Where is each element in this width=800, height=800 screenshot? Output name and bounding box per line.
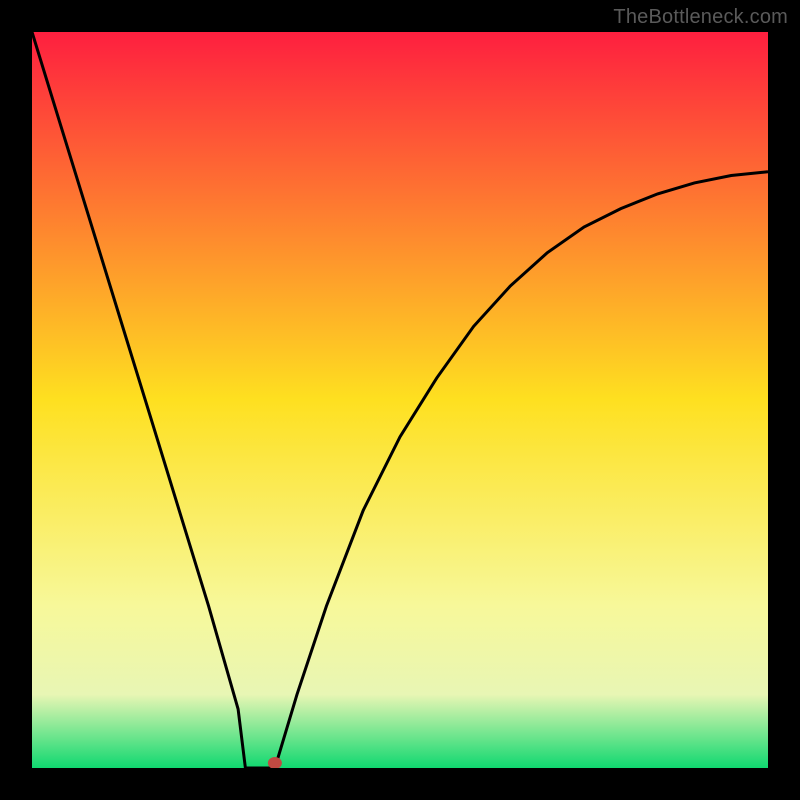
plot-area [32, 32, 768, 768]
outer-frame: TheBottleneck.com [0, 0, 800, 800]
watermark-text: TheBottleneck.com [613, 6, 788, 29]
chart-canvas [32, 32, 768, 768]
gradient-background [32, 32, 768, 768]
